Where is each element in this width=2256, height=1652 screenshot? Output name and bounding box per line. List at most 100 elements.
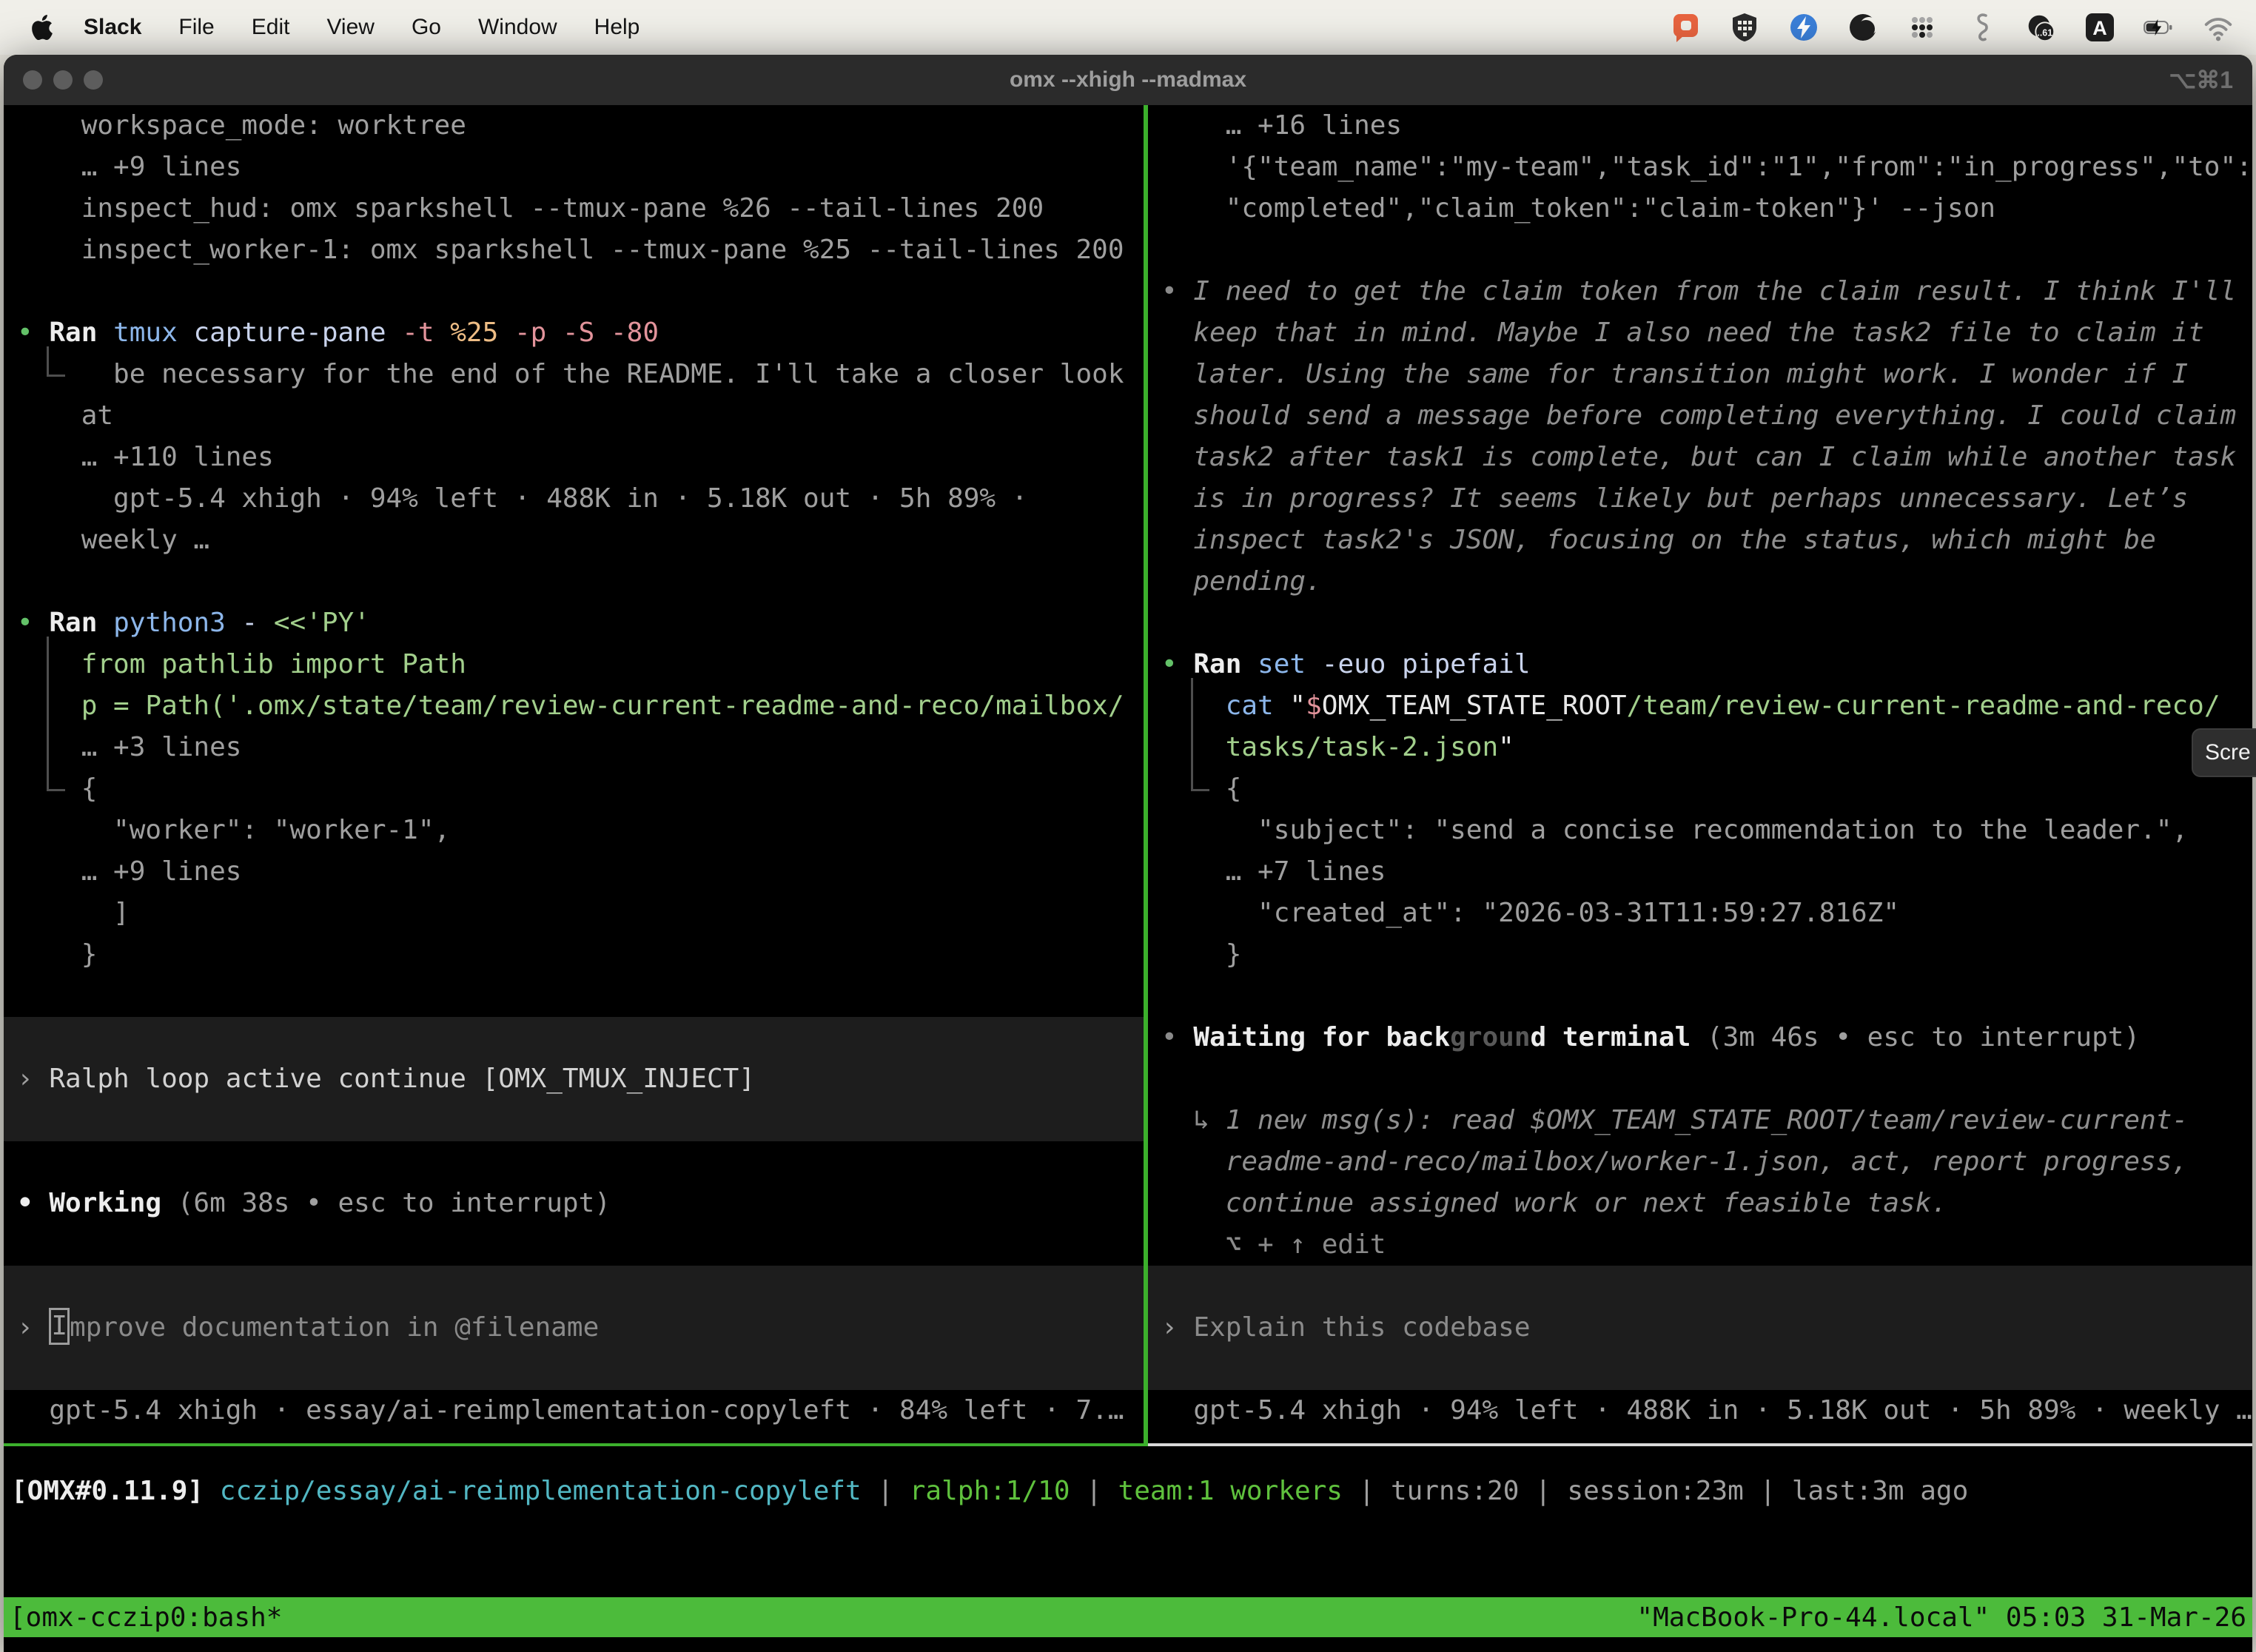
terminal-text-segment: -euo pipefail bbox=[1322, 649, 1531, 679]
terminal-text-segment: cat bbox=[1161, 691, 1289, 721]
terminal-text-segment: • bbox=[1161, 276, 1193, 306]
squiggle-icon[interactable] bbox=[1964, 10, 1998, 44]
terminal-line: … +9 lines bbox=[4, 851, 1144, 893]
traffic-lights bbox=[23, 70, 103, 90]
terminal-text-segment: Explain this codebase bbox=[1193, 1312, 1530, 1343]
terminal-text-segment: | turns:20 | session:23m | last:3m ago bbox=[1343, 1476, 1968, 1506]
terminal-line: be necessary for the end of the README. … bbox=[4, 354, 1144, 395]
terminal-line: p = Path('.omx/state/team/review-current… bbox=[4, 685, 1144, 727]
terminal-text-segment: python3 bbox=[113, 608, 241, 638]
timer-badge-icon[interactable]: ..61 bbox=[2024, 10, 2058, 44]
wifi-icon[interactable] bbox=[2201, 10, 2235, 44]
terminal-line: … +9 lines bbox=[4, 147, 1144, 188]
apple-icon[interactable] bbox=[30, 13, 55, 42]
terminal-text-segment: " bbox=[1498, 732, 1514, 762]
terminal-text-segment: at bbox=[17, 400, 113, 431]
window-shortcut-badge: ⌥⌘1 bbox=[2169, 66, 2233, 94]
terminal-line: • Waiting for background terminal (3m 46… bbox=[1148, 1017, 2252, 1058]
terminal-text-segment: • Working bbox=[17, 1188, 178, 1218]
tmux-window-list[interactable]: [omx-cczip0:bash* bbox=[10, 1602, 282, 1633]
terminal-text-segment: Ran bbox=[49, 318, 113, 348]
active-pane-border-segment bbox=[4, 1443, 1148, 1446]
tree-guide-line bbox=[47, 346, 65, 377]
terminal-text-segment: … +7 lines bbox=[1161, 856, 1386, 887]
terminal-line: … +110 lines bbox=[4, 437, 1144, 478]
terminal-line: › Ralph loop active continue [OMX_TMUX_I… bbox=[4, 1058, 1144, 1100]
terminal-line: ] bbox=[4, 893, 1144, 934]
zoom-button[interactable] bbox=[84, 70, 103, 90]
terminal-line: inspect task2's JSON, focusing on the st… bbox=[1148, 520, 2252, 561]
terminal-line bbox=[1148, 1349, 2252, 1390]
terminal-line bbox=[1148, 1058, 2252, 1100]
terminal-text-segment: weekly … bbox=[17, 525, 209, 555]
terminal-window: omx --xhigh --madmax ⌥⌘1 workspace_mode:… bbox=[4, 55, 2252, 1652]
terminal-text-segment: groun bbox=[1450, 1022, 1530, 1052]
menu-item-file[interactable]: File bbox=[160, 15, 232, 40]
tmux-panes: workspace_mode: worktree … +9 lines insp… bbox=[4, 105, 2252, 1443]
menu-item-view[interactable]: View bbox=[308, 15, 392, 40]
terminal-line: › Improve documentation in @filename bbox=[4, 1307, 1144, 1349]
menu-item-go[interactable]: Go bbox=[393, 15, 460, 40]
terminal-text-segment: } bbox=[1161, 939, 1241, 970]
terminal-line: • Ran set -euo pipefail bbox=[1148, 644, 2252, 685]
terminal-text-segment: is in progress? It seems likely but perh… bbox=[1161, 483, 2188, 514]
terminal-text-segment: • bbox=[17, 318, 49, 348]
terminal-text-segment: pending. bbox=[1161, 566, 1322, 597]
terminal-text-segment: gpt-5.4 xhigh · essay/ai-reimplementatio… bbox=[17, 1395, 1124, 1426]
terminal-line: '{"team_name":"my-team","task_id":"1","f… bbox=[1148, 147, 2252, 188]
terminal-line bbox=[1148, 602, 2252, 644]
svg-text:A: A bbox=[2092, 17, 2107, 39]
letter-a-icon[interactable]: A bbox=[2083, 10, 2117, 44]
terminal-text-segment: › bbox=[17, 1064, 49, 1094]
battery-charging-icon[interactable] bbox=[2142, 10, 2176, 44]
terminal-line bbox=[4, 561, 1144, 602]
terminal-text-segment: ] bbox=[17, 898, 130, 928]
terminal-text-segment: <<'PY' bbox=[274, 608, 370, 638]
menu-item-window[interactable]: Window bbox=[460, 15, 576, 40]
terminal-text-segment: "created_at": "2026-03-31T11:59:27.816Z" bbox=[1161, 898, 1899, 928]
terminal-line: … +7 lines bbox=[1148, 851, 2252, 893]
dots-grid-icon[interactable] bbox=[1905, 10, 1939, 44]
close-button[interactable] bbox=[23, 70, 42, 90]
menu-item-edit[interactable]: Edit bbox=[233, 15, 309, 40]
terminal-line: "created_at": "2026-03-31T11:59:27.816Z" bbox=[1148, 893, 2252, 934]
terminal-line: is in progress? It seems likely but perh… bbox=[1148, 478, 2252, 520]
terminal-text-segment: p = Path('.omx/state/team/review-current… bbox=[17, 691, 1124, 721]
left-terminal-pane[interactable]: workspace_mode: worktree … +9 lines insp… bbox=[4, 105, 1144, 1443]
terminal-text-segment: I need to get the claim token from the c… bbox=[1193, 276, 2236, 306]
terminal-text-segment: readme-and-reco/mailbox/worker-1.json, a… bbox=[1161, 1146, 2188, 1177]
terminal-text-segment: | bbox=[1070, 1476, 1118, 1506]
terminal-line: keep that in mind. Maybe I also need the… bbox=[1148, 312, 2252, 354]
bolt-circle-icon[interactable] bbox=[1787, 10, 1821, 44]
terminal-text-segment: "subject": "send a concise recommendatio… bbox=[1161, 815, 2188, 845]
menu-item-slack[interactable]: Slack bbox=[65, 15, 160, 40]
chat-icon[interactable] bbox=[1668, 10, 1702, 44]
terminal-line: ⌥ + ↑ edit bbox=[1148, 1224, 2252, 1266]
terminal-text-segment: "completed","claim_token":"claim-token"}… bbox=[1161, 193, 1995, 224]
menu-item-help[interactable]: Help bbox=[576, 15, 659, 40]
terminal-line: • I need to get the claim token from the… bbox=[1148, 271, 2252, 312]
terminal-line: readme-and-reco/mailbox/worker-1.json, a… bbox=[1148, 1141, 2252, 1183]
terminal-text-segment: - bbox=[241, 608, 273, 638]
shield-grid-icon[interactable] bbox=[1728, 10, 1762, 44]
terminal-text-segment: • bbox=[1161, 649, 1193, 679]
window-titlebar[interactable]: omx --xhigh --madmax ⌥⌘1 bbox=[4, 55, 2252, 105]
terminal-text-segment: [OMX#0.11.9] bbox=[11, 1476, 220, 1506]
minimize-button[interactable] bbox=[53, 70, 73, 90]
crescent-circle-icon[interactable] bbox=[1846, 10, 1880, 44]
svg-text:..61: ..61 bbox=[2037, 28, 2052, 38]
terminal-line: inspect_hud: omx sparkshell --tmux-pane … bbox=[4, 188, 1144, 229]
terminal-text-segment: } bbox=[17, 939, 97, 970]
terminal-line: ↳ 1 new msg(s): read $OMX_TEAM_STATE_ROO… bbox=[1148, 1100, 2252, 1141]
terminal-text-segment: /team/review-current-readme-and-reco/ bbox=[1627, 691, 2220, 721]
terminal-line: later. Using the same for transition mig… bbox=[1148, 354, 2252, 395]
terminal-text-segment: inspect_worker-1: omx sparkshell --tmux-… bbox=[17, 235, 1124, 265]
terminal-text-segment: later. Using the same for transition mig… bbox=[1161, 359, 2188, 389]
right-terminal-pane[interactable]: … +16 lines '{"team_name":"my-team","tas… bbox=[1148, 105, 2252, 1443]
terminal-line: tasks/task-2.json" bbox=[1148, 727, 2252, 768]
terminal-text-segment: be necessary for the end of the README. … bbox=[17, 359, 1124, 389]
screen-tooltip-label: Scre bbox=[2205, 740, 2251, 765]
tree-guide-line bbox=[1191, 678, 1209, 791]
terminal-line: at bbox=[4, 395, 1144, 437]
terminal-text-segment: ⌥ + ↑ edit bbox=[1161, 1229, 1386, 1260]
